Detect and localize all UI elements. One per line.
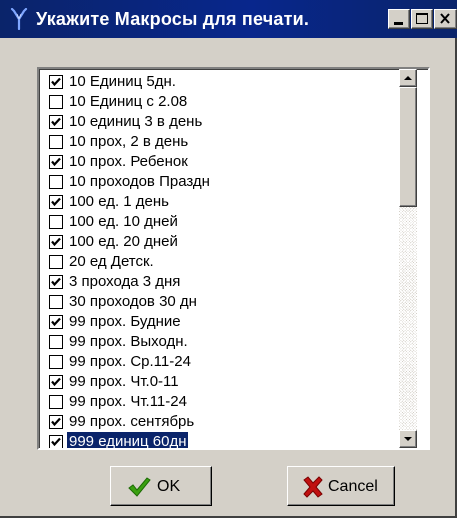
checklist-item[interactable]: 100 ед. 20 дней xyxy=(39,232,399,252)
dialog-window: Укажите Макросы для печати. 10 Единиц 5д… xyxy=(0,0,457,518)
checklist-item-label: 10 Единиц с 2.08 xyxy=(69,93,188,110)
check-icon xyxy=(51,377,61,387)
checklist-item[interactable]: 99 прох. Будние xyxy=(39,312,399,332)
cancel-button[interactable]: Cancel xyxy=(287,466,395,506)
checklist-item-label: 100 ед. 10 дней xyxy=(69,213,178,230)
minimize-icon xyxy=(394,22,403,25)
tuning-fork-icon xyxy=(10,8,28,30)
checkbox[interactable] xyxy=(49,375,63,389)
check-icon xyxy=(51,197,61,207)
checklist-item-label: 10 Единиц 5дн. xyxy=(69,73,176,90)
check-icon xyxy=(51,157,61,167)
check-icon xyxy=(51,317,61,327)
checkbox[interactable] xyxy=(49,195,63,209)
x-mark-icon xyxy=(303,476,323,498)
checklist-item-label: 99 прох. Чт.11-24 xyxy=(69,393,187,410)
arrow-down-icon xyxy=(404,437,412,441)
maximize-icon xyxy=(416,13,428,24)
check-icon xyxy=(51,437,61,447)
checklist-item-label: 99 прох. сентябрь xyxy=(69,413,195,430)
checklist-item[interactable]: 99 прох. Чт.0-11 xyxy=(39,372,399,392)
close-button[interactable] xyxy=(434,9,457,29)
checklist-item[interactable]: 99 прох. Чт.11-24 xyxy=(39,392,399,412)
checkbox[interactable] xyxy=(49,275,63,289)
checkbox[interactable] xyxy=(49,355,63,369)
close-icon xyxy=(440,13,450,24)
ok-button-label: OK xyxy=(157,478,181,495)
window-title: Укажите Макросы для печати. xyxy=(36,9,310,29)
checkbox[interactable] xyxy=(49,235,63,249)
scroll-up-button[interactable] xyxy=(399,69,417,87)
checklist-item[interactable]: 10 прох, 2 в день xyxy=(39,132,399,152)
checklist-item-label: 99 прох. Чт.0-11 xyxy=(69,373,179,390)
arrow-up-icon xyxy=(404,76,412,80)
checkmark-icon xyxy=(128,477,151,497)
ok-button[interactable]: OK xyxy=(110,466,212,506)
checkbox[interactable] xyxy=(49,175,63,189)
checklist-item-label: 20 ед Детск. xyxy=(69,253,154,270)
checklist-item[interactable]: 10 единиц 3 в день xyxy=(39,112,399,132)
cancel-button-label: Cancel xyxy=(328,478,378,495)
checkbox[interactable] xyxy=(49,395,63,409)
checklist-item[interactable]: 10 Единиц 5дн. xyxy=(39,72,399,92)
check-icon xyxy=(51,417,61,427)
check-icon xyxy=(51,77,61,87)
checklist-item[interactable]: 10 Единиц с 2.08 xyxy=(39,92,399,112)
checklist-item[interactable]: 999 единиц 60дн xyxy=(39,432,399,448)
checklist-item-label: 10 проходов Праздн xyxy=(69,173,210,190)
checklist-item[interactable]: 99 прох. Ср.11-24 xyxy=(39,352,399,372)
checkbox[interactable] xyxy=(49,315,63,329)
checkbox[interactable] xyxy=(49,215,63,229)
checklist-item-label: 999 единиц 60дн xyxy=(67,432,189,448)
checklist-item[interactable]: 3 прохода 3 дня xyxy=(39,272,399,292)
checklist-item-label: 100 ед. 1 день xyxy=(69,193,169,210)
checklist-item-label: 10 прох. Ребенок xyxy=(69,153,188,170)
maximize-button[interactable] xyxy=(411,9,433,29)
checklist-item-label: 99 прох. Ср.11-24 xyxy=(69,353,191,370)
macro-checklist[interactable]: 10 Единиц 5дн. 10 Единиц с 2.08 10 единиц … xyxy=(37,67,430,450)
title-bar[interactable]: Укажите Макросы для печати. xyxy=(0,0,457,38)
checkbox[interactable] xyxy=(49,295,63,309)
checkbox[interactable] xyxy=(49,155,63,169)
check-icon xyxy=(51,277,61,287)
scroll-down-button[interactable] xyxy=(399,430,417,448)
checkbox[interactable] xyxy=(49,115,63,129)
checklist-item-label: 99 прох. Будние xyxy=(69,313,181,330)
checklist-item[interactable]: 99 прох. Выходн. xyxy=(39,332,399,352)
checkbox[interactable] xyxy=(49,415,63,429)
check-icon xyxy=(51,237,61,247)
scroll-thumb[interactable] xyxy=(399,87,417,207)
checklist-item-label: 100 ед. 20 дней xyxy=(69,233,178,250)
checkbox[interactable] xyxy=(49,335,63,349)
checklist-item-label: 10 прох, 2 в день xyxy=(69,133,189,150)
checklist-items: 10 Единиц 5дн. 10 Единиц с 2.08 10 единиц … xyxy=(39,69,399,448)
check-icon xyxy=(51,117,61,127)
checklist-item-label: 3 прохода 3 дня xyxy=(69,273,181,290)
checklist-item-label: 99 прох. Выходн. xyxy=(69,333,188,350)
checklist-item-label: 10 единиц 3 в день xyxy=(69,113,203,130)
checkbox[interactable] xyxy=(49,135,63,149)
checklist-item[interactable]: 10 прох. Ребенок xyxy=(39,152,399,172)
checkbox[interactable] xyxy=(49,435,63,448)
checklist-item[interactable]: 99 прох. сентябрь xyxy=(39,412,399,432)
checklist-item[interactable]: 10 проходов Праздн xyxy=(39,172,399,192)
checklist-item[interactable]: 30 проходов 30 дн xyxy=(39,292,399,312)
checklist-item[interactable]: 20 ед Детск. xyxy=(39,252,399,272)
minimize-button[interactable] xyxy=(388,9,410,29)
checkbox[interactable] xyxy=(49,255,63,269)
checkbox[interactable] xyxy=(49,95,63,109)
checklist-item-label: 30 проходов 30 дн xyxy=(69,293,197,310)
checkbox[interactable] xyxy=(49,75,63,89)
checklist-item[interactable]: 100 ед. 10 дней xyxy=(39,212,399,232)
vertical-scrollbar[interactable] xyxy=(399,69,417,448)
checklist-item[interactable]: 100 ед. 1 день xyxy=(39,192,399,212)
